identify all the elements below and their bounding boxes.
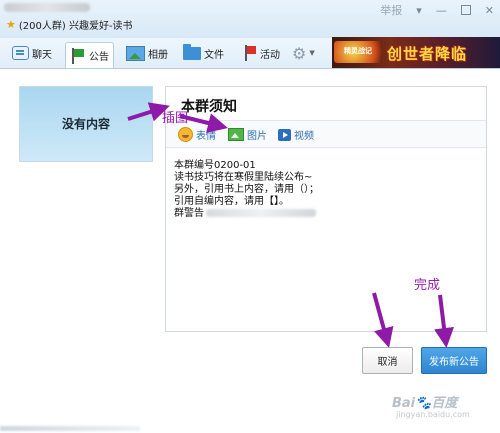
publish-button[interactable]: 发布新公告	[421, 347, 487, 374]
blurred-footer	[0, 426, 140, 431]
tab-events[interactable]: 活动	[243, 42, 280, 64]
photo-icon	[126, 45, 145, 61]
format-toolbar: 表情 图片 视频	[166, 121, 486, 147]
star-icon: ★	[6, 17, 16, 31]
window-controls: 举报 ▾ — ✕	[380, 2, 494, 18]
emoji-button[interactable]: 表情	[178, 127, 216, 142]
blurred-account-name	[4, 3, 90, 12]
tab-chat[interactable]: 聊天	[12, 42, 52, 64]
announcement-body[interactable]: 本群编号0200-01 读书技巧将在寒假里陆续公布~ 另外，引用书上内容，请用（…	[174, 160, 319, 220]
announcement-editor: 本群须知 表情 图片 视频 本群编号0200-01 读书技巧将在寒假里陆续公布~…	[165, 86, 487, 332]
tab-files[interactable]: 文件	[183, 42, 224, 64]
blurred-text	[206, 209, 316, 217]
picture-icon	[228, 128, 244, 141]
tab-files-label: 文件	[204, 49, 224, 61]
body-line: 本群编号0200-01	[174, 160, 256, 171]
body-line-last: 群警告	[174, 208, 319, 220]
flag-icon	[70, 47, 86, 64]
dropdown-icon[interactable]: ▾	[416, 4, 422, 17]
annotation-done: 完成	[414, 278, 441, 293]
cover-image-placeholder[interactable]: 没有内容	[19, 86, 153, 162]
tab-album[interactable]: 相册	[126, 42, 168, 64]
video-button[interactable]: 视频	[278, 127, 314, 142]
tab-announcement-label: 公告	[89, 52, 109, 63]
tab-chat-label: 聊天	[32, 49, 52, 61]
chevron-down-icon: ▼	[309, 49, 315, 57]
tab-events-label: 活动	[260, 49, 280, 61]
body-line: 读书技巧将在寒假里陆续公布~	[174, 172, 313, 183]
annotation-insert-image: 插图	[162, 111, 189, 126]
minimize-icon[interactable]: —	[436, 4, 447, 17]
video-icon	[278, 128, 291, 141]
cancel-button[interactable]: 取消	[362, 347, 413, 374]
banner-logo-text: 精灵战记	[344, 47, 372, 55]
red-flag-icon	[243, 45, 257, 61]
watermark-url: jingyan.baidu.com	[396, 410, 470, 419]
close-icon[interactable]: ✕	[485, 4, 494, 17]
gear-icon: ⚙	[292, 43, 307, 63]
emoji-label: 表情	[196, 131, 216, 142]
tab-album-label: 相册	[148, 49, 168, 61]
announcement-title[interactable]: 本群须知	[181, 96, 237, 116]
body-line: 群警告	[174, 208, 204, 219]
placeholder-text: 没有内容	[61, 117, 110, 131]
tab-announcement[interactable]: 公告	[65, 42, 114, 68]
picture-button[interactable]: 图片	[228, 127, 267, 142]
maximize-icon[interactable]	[460, 5, 471, 15]
divider	[166, 147, 486, 148]
title-bar: ★ (200人群) 兴趣爱好-读书 举报 ▾ — ✕	[0, 0, 500, 38]
ad-banner[interactable]: 精灵战记 创世者降临	[332, 37, 500, 68]
banner-headline: 创世者降临	[387, 45, 468, 63]
watermark: Bai🐾百度	[392, 396, 458, 411]
group-title-text: (200人群) 兴趣爱好-读书	[18, 20, 133, 32]
video-label: 视频	[294, 131, 314, 142]
body-line: 引用自编内容，请用【】。	[174, 196, 289, 207]
report-link[interactable]: 举报	[380, 2, 402, 18]
group-title: ★ (200人群) 兴趣爱好-读书	[6, 17, 133, 32]
picture-label: 图片	[247, 131, 267, 142]
emoji-icon	[178, 127, 193, 142]
settings-button[interactable]: ⚙ ▼	[292, 42, 315, 64]
folder-icon	[183, 43, 201, 60]
chat-icon	[12, 46, 29, 60]
body-line: 另外，引用书上内容，请用（）；	[174, 184, 319, 195]
